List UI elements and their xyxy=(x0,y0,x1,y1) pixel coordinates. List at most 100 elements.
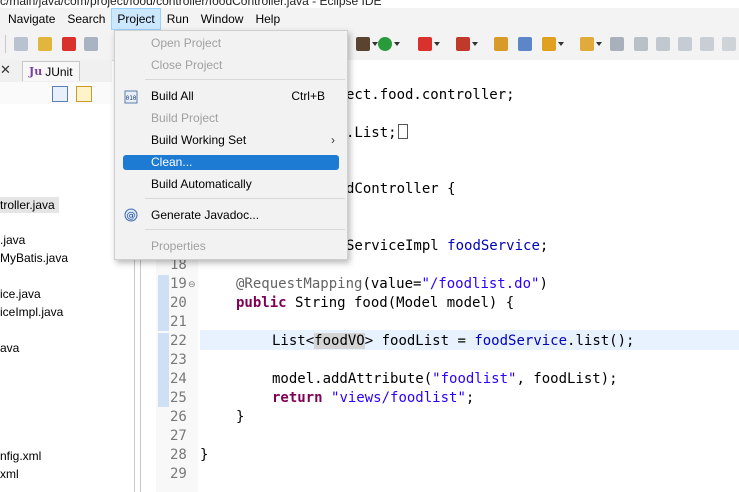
main-toolbar xyxy=(0,30,739,61)
quick-diff-bar xyxy=(158,275,169,331)
code-line: .List; xyxy=(346,124,408,143)
menu-project[interactable]: Project xyxy=(111,8,161,30)
suspend-icon[interactable] xyxy=(38,37,52,51)
code-line: } xyxy=(236,409,245,425)
tree-item[interactable]: .java xyxy=(0,232,25,248)
annotation-icon[interactable] xyxy=(656,37,670,51)
code-token: foodVO xyxy=(314,333,365,349)
link-with-editor-icon[interactable] xyxy=(76,86,92,102)
menu-separator xyxy=(145,229,345,230)
build-all-icon: 010 xyxy=(124,90,138,104)
menu-item-properties[interactable]: Properties xyxy=(151,238,206,254)
javadoc-icon-text: @ xyxy=(127,211,136,221)
code-line: ect.food.controller; xyxy=(346,87,515,103)
code-line: dController { xyxy=(346,181,456,197)
tree-item[interactable]: iceImpl.java xyxy=(0,304,63,320)
code-token: ServiceImpl xyxy=(346,238,439,254)
disconnect-icon[interactable] xyxy=(84,37,98,51)
code-token: ; xyxy=(465,390,475,406)
menu-item-build-working-set[interactable]: Build Working Set xyxy=(151,132,246,148)
menu-search[interactable]: Search xyxy=(61,8,111,30)
debug-icon[interactable] xyxy=(356,37,378,51)
menu-separator xyxy=(145,79,345,80)
menu-window[interactable]: Window xyxy=(195,8,250,30)
new-java-project-icon[interactable] xyxy=(494,37,508,51)
line-number: 19 xyxy=(170,276,187,292)
menu-item-generate-javadoc[interactable]: Generate Javadoc... xyxy=(151,207,259,223)
code-line: public String food(Model model) { xyxy=(236,294,514,313)
line-number: 21 xyxy=(170,314,187,330)
resume-icon[interactable] xyxy=(14,37,28,51)
search-icon[interactable] xyxy=(610,37,624,51)
code-token: foodService xyxy=(474,333,568,349)
line-number: 28 xyxy=(170,447,187,463)
code-token: ) xyxy=(539,276,548,292)
code-token: model.addAttribute( xyxy=(272,371,433,387)
tree-item[interactable]: MyBatis.java xyxy=(0,250,68,266)
javadoc-icon: @ xyxy=(124,208,138,222)
menu-item-open-project[interactable]: Open Project xyxy=(151,35,221,51)
menu-help[interactable]: Help xyxy=(249,8,286,30)
tree-item[interactable]: xml xyxy=(0,466,19,482)
tree-item[interactable]: nfig.xml xyxy=(0,448,41,464)
coverage-icon[interactable] xyxy=(418,37,440,51)
code-line: ServiceImpl foodService; xyxy=(346,237,548,256)
code-line: return "views/foodlist"; xyxy=(272,389,474,408)
menu-separator xyxy=(145,198,345,199)
menu-navigate[interactable]: Navigate xyxy=(0,8,61,30)
new-package-icon[interactable] xyxy=(518,37,532,51)
code-token: List< xyxy=(272,333,315,349)
code-token: "views/foodlist" xyxy=(331,390,466,406)
line-number: 24 xyxy=(170,371,187,387)
code-token: @RequestMapping xyxy=(236,276,363,292)
code-token: "/foodlist.do" xyxy=(421,276,540,292)
code-line: List<foodVO> foodList = foodService.list… xyxy=(272,332,634,351)
line-number: 23 xyxy=(170,352,187,368)
code-token: (value= xyxy=(362,276,422,292)
menu-item-close-project[interactable]: Close Project xyxy=(151,57,222,73)
code-token: public xyxy=(236,295,287,311)
build-all-icon-text: 010 xyxy=(126,95,137,102)
code-token: .List; xyxy=(346,125,397,141)
text-caret xyxy=(397,124,408,139)
submenu-arrow-icon: › xyxy=(331,133,335,147)
line-number: 29 xyxy=(170,466,187,482)
run-icon[interactable] xyxy=(378,37,400,51)
code-token: , foodList); xyxy=(516,371,618,387)
code-token: "foodlist" xyxy=(432,371,517,387)
menu-run[interactable]: Run xyxy=(161,8,195,30)
line-number: 20 xyxy=(170,295,187,311)
code-token: > foodList = xyxy=(364,333,475,349)
show-whitespace-icon[interactable] xyxy=(722,37,736,51)
line-number: 25 xyxy=(170,390,187,406)
tree-item[interactable]: ice.java xyxy=(0,286,41,302)
view-tab-bar: ✕ Ju JUnit xyxy=(0,60,112,83)
line-number: 27 xyxy=(170,428,187,444)
prev-annotation-icon[interactable] xyxy=(700,37,714,51)
new-class-icon[interactable] xyxy=(542,37,564,51)
code-line: } xyxy=(200,447,209,463)
tab-junit[interactable]: Ju JUnit xyxy=(22,61,80,81)
terminate-icon[interactable] xyxy=(62,37,76,51)
window-title: c/main/java/com/project/food/controller/… xyxy=(0,0,382,8)
code-line: @RequestMapping(value="/foodlist.do") xyxy=(236,275,548,294)
menu-item-build-automatically[interactable]: Build Automatically xyxy=(151,176,252,192)
tab-junit-label: JUnit xyxy=(45,64,73,79)
toggle-mark-icon[interactable] xyxy=(634,37,648,51)
junit-icon: Ju xyxy=(29,65,43,78)
code-token: foodService xyxy=(447,238,540,254)
fold-toggle-icon[interactable]: ⊖ xyxy=(188,279,196,290)
external-tools-icon[interactable] xyxy=(456,37,478,51)
tree-item[interactable]: troller.java xyxy=(0,197,59,213)
menu-item-build-all[interactable]: Build All xyxy=(151,88,194,104)
collapse-all-icon[interactable] xyxy=(52,86,68,102)
open-type-icon[interactable] xyxy=(580,37,602,51)
line-number: 22 xyxy=(170,333,187,349)
menu-item-clean[interactable]: Clean... xyxy=(151,154,192,170)
close-icon[interactable]: ✕ xyxy=(0,62,11,78)
tree-item[interactable]: ava xyxy=(0,340,19,356)
menu-item-build-project[interactable]: Build Project xyxy=(151,110,218,126)
quick-diff-bar xyxy=(158,333,169,407)
next-annotation-icon[interactable] xyxy=(678,37,692,51)
project-menu: Open Project Close Project 010 Build All… xyxy=(114,30,348,260)
